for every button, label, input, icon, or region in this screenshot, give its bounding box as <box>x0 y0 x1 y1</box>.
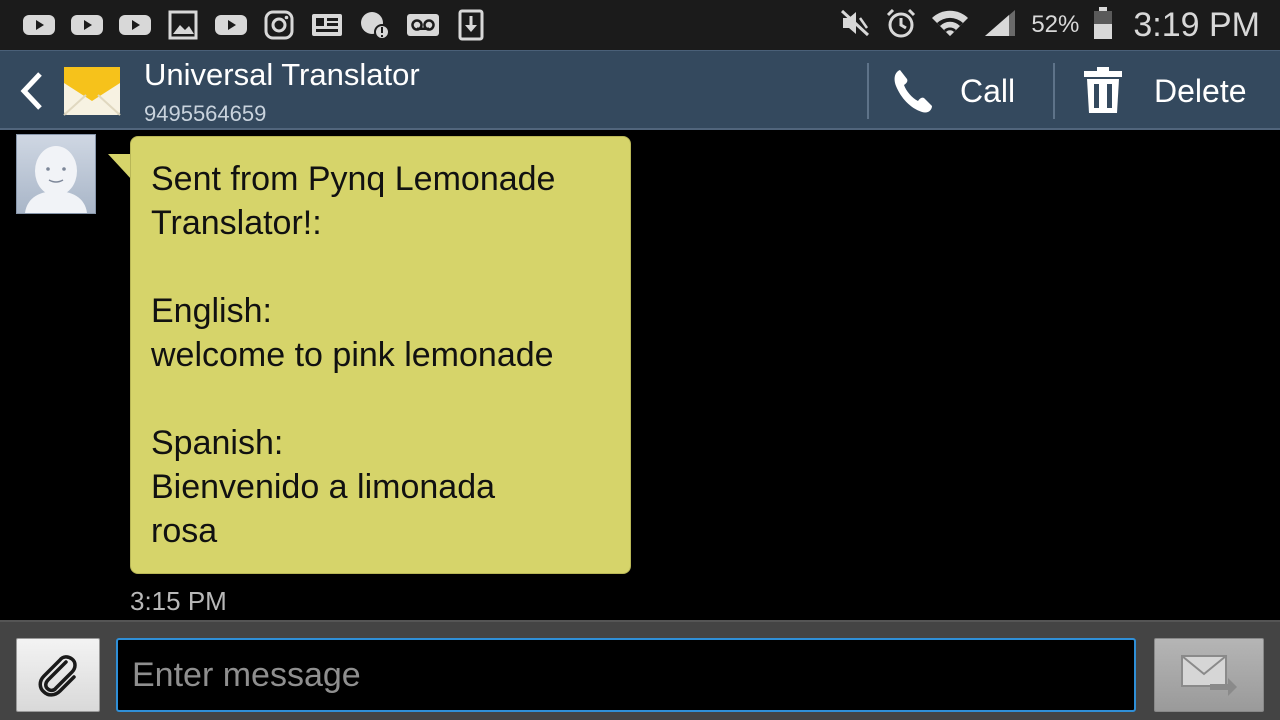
message-line: Spanish: <box>151 424 284 462</box>
instagram-icon <box>262 10 296 40</box>
attach-button[interactable] <box>16 638 100 712</box>
download-icon <box>454 9 488 41</box>
message-bubble[interactable]: Sent from Pynq Lemonade Translator!: Eng… <box>130 136 631 574</box>
alarm-icon <box>885 7 917 44</box>
clock: 3:19 PM <box>1133 5 1260 44</box>
send-message-icon <box>1181 655 1237 696</box>
youtube-icon <box>70 10 104 40</box>
message-line: rosa <box>151 512 218 550</box>
battery-percent: 52% <box>1031 11 1080 38</box>
mute-icon <box>839 8 871 43</box>
message-line: Translator!: <box>151 204 322 242</box>
delete-button[interactable]: Delete <box>1082 51 1272 131</box>
message-line <box>151 377 610 421</box>
messages-app-icon <box>62 61 122 121</box>
divider <box>1053 63 1055 119</box>
trash-icon <box>1084 67 1122 113</box>
message-line <box>151 245 610 289</box>
youtube-icon <box>118 10 152 40</box>
signal-icon <box>983 8 1017 43</box>
youtube-icon <box>22 10 56 40</box>
system-icons: 52% 3:19 PM <box>839 0 1260 50</box>
news-icon <box>310 10 344 40</box>
send-button[interactable] <box>1154 638 1264 712</box>
status-bar: 52% 3:19 PM <box>0 0 1280 50</box>
message-line: Bienvenido a limonada <box>151 468 496 506</box>
message-line: Sent from Pynq Lemonade <box>151 160 556 198</box>
app-alert-icon <box>358 10 392 40</box>
conversation-view[interactable]: Sent from Pynq Lemonade Translator!: Eng… <box>0 130 1280 620</box>
message-input[interactable] <box>116 638 1136 712</box>
paperclip-icon <box>38 655 77 697</box>
gallery-icon <box>166 10 200 40</box>
message-bubble-tail <box>108 154 132 180</box>
battery-icon <box>1093 6 1113 45</box>
contact-avatar[interactable] <box>16 134 96 214</box>
call-button[interactable]: Call <box>892 51 1042 131</box>
youtube-icon <box>214 10 248 40</box>
wifi-icon <box>931 8 969 43</box>
default-avatar-icon <box>25 146 87 213</box>
phone-icon <box>894 70 932 113</box>
notification-icons <box>22 9 488 41</box>
call-label: Call <box>960 72 1016 109</box>
contact-phone-number: 9495564659 <box>144 101 267 126</box>
delete-label: Delete <box>1154 72 1247 109</box>
message-composer <box>0 620 1280 720</box>
voicemail-icon <box>406 10 440 40</box>
message-line: English: <box>151 292 272 330</box>
contact-name: Universal Translator <box>144 57 420 92</box>
message-timestamp: 3:15 PM <box>130 586 227 616</box>
chevron-left-icon <box>20 72 42 110</box>
message-line: welcome to pink lemonade <box>151 336 554 374</box>
action-bar: Universal Translator 9495564659 Call Del… <box>0 50 1280 130</box>
divider <box>867 63 869 119</box>
back-button[interactable] <box>14 69 48 113</box>
